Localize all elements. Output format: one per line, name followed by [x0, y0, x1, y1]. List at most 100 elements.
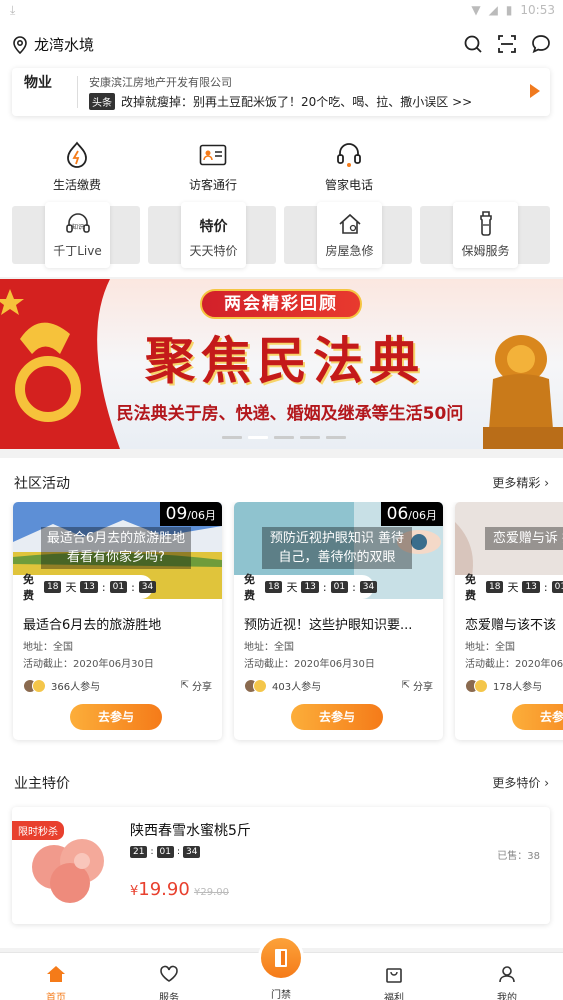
headset-icon — [337, 143, 361, 167]
company-name: 安康滨江房地产开发有限公司 — [89, 76, 232, 89]
activity-address: 地址：全国 — [23, 642, 73, 653]
participants: 366人参与 — [23, 678, 100, 693]
bag-icon — [386, 968, 402, 983]
house-repair-icon — [338, 213, 361, 234]
chevron-right-icon: › — [544, 776, 549, 790]
activity-title: 最适合6月去的旅游胜地 — [23, 618, 162, 633]
countdown-bar: 免费 18 天 13: 01: 34 — [234, 573, 378, 602]
activity-carousel[interactable]: 09/06月 最适合6月去的旅游胜地 看看有你家乡吗? 免费 18 天 13: … — [0, 502, 563, 760]
activity-card[interactable]: 06/06月 预防近视护眼知识 善待自己，善待你的双眼 免费 18 天 13: … — [234, 502, 443, 740]
property-notice[interactable]: 物业 安康滨江房地产开发有限公司 头条 改掉就瘦掉：别再土豆配米饭了！20个吃、… — [12, 68, 550, 116]
chat-icon[interactable] — [531, 34, 551, 54]
service-label: 访客通行 — [188, 178, 237, 192]
free-label: 免费 — [465, 573, 476, 602]
section-title: 社区活动 — [14, 476, 70, 492]
visitor-pass-icon — [199, 144, 227, 166]
tile-qianding-live[interactable]: 知识 千丁Live — [45, 202, 110, 268]
service-label: 生活缴费 — [52, 178, 101, 192]
product-card[interactable]: 限时秒杀 陕西春雪水蜜桃5斤 21: 01: 34 已售：38 ¥19.90 ¥… — [12, 807, 550, 924]
tab-door-access[interactable] — [258, 935, 304, 981]
more-label: 更多精彩 — [492, 476, 541, 490]
carousel-dot[interactable] — [274, 436, 294, 439]
activity-deadline: 活动截止：2020年06月30日 — [465, 659, 563, 670]
section-title: 业主特价 — [14, 776, 70, 792]
countdown-bar: 免费 18 天 13: 01: 34 — [455, 573, 563, 602]
tab-label: 首页 — [46, 993, 66, 1000]
special-badge: 特价 — [199, 219, 228, 235]
free-label: 免费 — [23, 573, 34, 602]
carousel-dot[interactable] — [300, 436, 320, 439]
specials-section-header: 业主特价 更多特价 › — [0, 758, 563, 804]
status-bar: ⤓ ▼ ◢ ▮ 10:53 — [0, 0, 563, 22]
location-selector[interactable]: 龙湾水境 — [12, 34, 94, 55]
chevron-right-icon: › — [544, 476, 549, 490]
search-icon[interactable] — [463, 34, 483, 54]
activity-deadline: 活动截止：2020年06月30日 — [244, 659, 375, 670]
share-label: 分享 — [413, 682, 433, 693]
tile-house-repair[interactable]: 房屋急修 — [317, 202, 382, 268]
activity-date: 09/06月 — [159, 502, 222, 526]
countdown-hours: 13 — [80, 581, 98, 593]
join-button[interactable]: 去参与 — [70, 704, 162, 730]
activity-deadline: 活动截止：2020年06月30日 — [23, 659, 154, 670]
service-bill-payment[interactable]: 生活缴费 — [37, 140, 117, 193]
more-activities-link[interactable]: 更多精彩 › — [492, 474, 549, 491]
carousel-dot[interactable] — [326, 436, 346, 439]
banner-pill: 两会精彩回顾 — [200, 289, 362, 319]
flash-sale-badge: 限时秒杀 — [12, 821, 64, 840]
tile-daily-special[interactable]: 特价 天天特价 — [181, 202, 246, 268]
sold-count: 已售：38 — [497, 851, 540, 862]
activity-card[interactable]: 09/06月 最适合6月去的旅游胜地 看看有你家乡吗? 免费 18 天 13: … — [13, 502, 222, 740]
share-button[interactable]: ⇱ 分享 — [181, 678, 212, 693]
image-caption: 最适合6月去的旅游胜地 看看有你家乡吗? — [41, 527, 191, 569]
countdown-hours: 21 — [130, 846, 148, 858]
lion-statue-image — [483, 335, 563, 449]
share-label: 分享 — [192, 682, 212, 693]
countdown-days: 18 — [486, 581, 504, 593]
banner-subline: 民法典关于房、快递、婚姻及继承等生活50问 — [116, 404, 464, 424]
tab-label: 门禁 — [271, 990, 291, 1000]
countdown-unit: 天 — [507, 581, 519, 594]
date-day: 09 — [165, 504, 188, 524]
join-button[interactable]: 去参与 — [512, 704, 563, 730]
play-arrow-icon[interactable] — [530, 84, 540, 98]
header: 龙湾水境 物业 安康滨江房地产开发有限公司 头条 改掉就瘦掉：别再土豆配米饭了！… — [0, 22, 563, 122]
participant-count: 178人参与 — [493, 682, 543, 693]
tile-nanny-service[interactable]: 保姆服务 — [453, 202, 518, 268]
service-label: 管家电话 — [324, 178, 373, 192]
countdown-seconds: 34 — [183, 846, 201, 858]
carousel-dot-active[interactable] — [248, 436, 268, 439]
wifi-icon: ▼ — [471, 3, 481, 17]
countdown-days: 18 — [44, 581, 62, 593]
more-specials-link[interactable]: 更多特价 › — [492, 774, 549, 791]
tab-label: 福利 — [384, 993, 404, 1000]
join-button[interactable]: 去参与 — [291, 704, 383, 730]
tile-label: 千丁Live — [53, 244, 102, 258]
headline-text[interactable]: 改掉就瘦掉：别再土豆配米饭了！20个吃、喝、拉、撒小误区 >> — [121, 93, 472, 110]
avatar — [253, 678, 267, 693]
share-button[interactable]: ⇱ 分享 — [402, 678, 433, 693]
tab-welfare[interactable]: 福利 — [364, 965, 424, 1000]
tab-label: 我的 — [497, 993, 517, 1000]
bottle-icon — [479, 211, 492, 236]
tile-label: 房屋急修 — [325, 244, 374, 258]
service-butler-phone[interactable]: 管家电话 — [309, 140, 389, 193]
date-day: 06 — [386, 504, 409, 524]
scan-icon[interactable] — [497, 34, 517, 54]
quick-tiles: 知识 千丁Live 特价 天天特价 房屋急修 保姆服务 — [12, 202, 550, 270]
participants: 403人参与 — [244, 678, 321, 693]
tab-services[interactable]: 服务 — [139, 965, 199, 1000]
countdown-hours: 13 — [522, 581, 540, 593]
service-visitor-pass[interactable]: 访客通行 — [173, 140, 253, 193]
banner-headline: 聚焦民法典 — [145, 331, 425, 390]
share-icon: ⇱ — [180, 680, 189, 691]
activity-address: 地址：全国 — [244, 642, 294, 653]
activity-card[interactable]: 恋爱赠与诉 执业律师为 免费 18 天 13: 01: 34 恋爱赠与该不该 地… — [455, 502, 563, 740]
countdown-minutes: 01 — [330, 581, 349, 593]
promo-banner[interactable]: 两会精彩回顾 聚焦民法典 民法典关于房、快递、婚姻及继承等生活50问 — [0, 279, 563, 449]
download-icon: ⤓ — [10, 3, 16, 17]
tab-profile[interactable]: 我的 — [477, 965, 537, 1000]
tab-home[interactable]: 首页 — [26, 965, 86, 1000]
carousel-dot[interactable] — [222, 436, 242, 439]
countdown-unit: 天 — [65, 581, 77, 594]
